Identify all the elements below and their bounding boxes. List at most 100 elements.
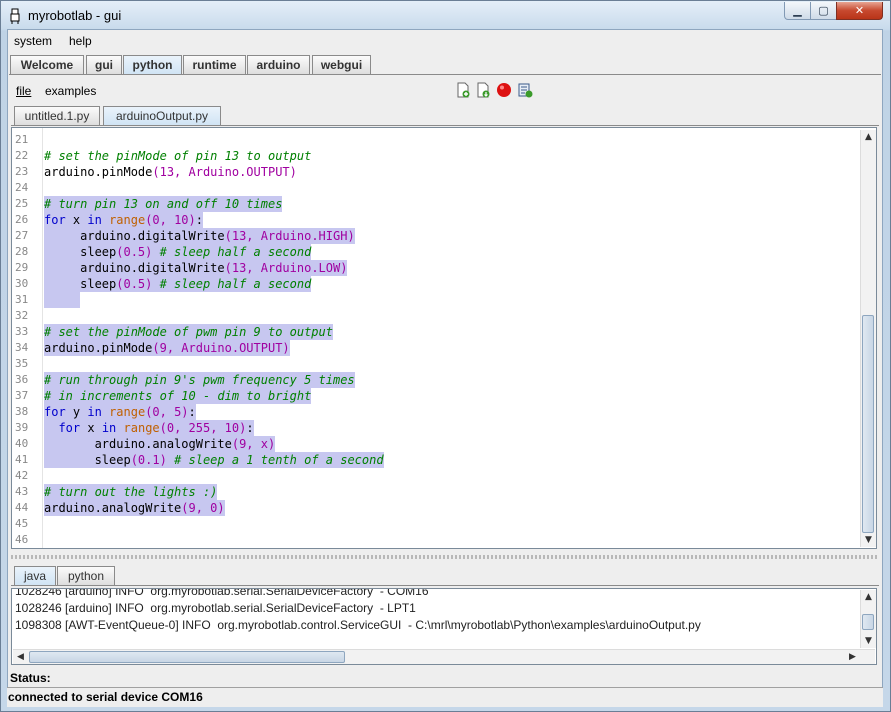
- code-text: arduino.pinMode(9, Arduino.OUTPUT): [44, 340, 290, 356]
- code-text: # in increments of 10 - dim to bright: [44, 388, 312, 404]
- log-line: 1028246 [arduino] INFO org.myrobotlab.se…: [15, 601, 416, 615]
- console-horizontal-scrollbar[interactable]: ◀ ▶: [13, 649, 875, 664]
- log-line: 1028246 [arduino] INFO org.myrobotlab.se…: [15, 588, 429, 598]
- log-console[interactable]: 1028246 [arduino] INFO org.myrobotlab.se…: [11, 588, 877, 665]
- menu-bar: system help: [8, 30, 882, 52]
- service-tabs: Welcome gui python runtime arduino webgu…: [10, 55, 880, 75]
- code-text: sleep(0.5) # sleep half a second: [44, 276, 312, 292]
- code-editor[interactable]: 21 22 # set the pinMode of pin 13 to outpu…: [11, 127, 877, 549]
- line-number: 32: [15, 309, 29, 322]
- tab-webgui[interactable]: webgui: [312, 55, 371, 75]
- open-script-icon[interactable]: [475, 82, 491, 98]
- console-vertical-scrollbar[interactable]: ▲ ▼: [860, 590, 876, 648]
- code-text: arduino.digitalWrite(13, Arduino.LOW): [44, 260, 348, 276]
- scroll-left-icon[interactable]: ◀: [13, 650, 28, 664]
- line-number: 24: [15, 181, 29, 194]
- code-text: sleep(0.5) # sleep half a second: [44, 244, 312, 260]
- menu-examples[interactable]: examples: [45, 84, 96, 98]
- maximize-icon: ▢: [818, 4, 829, 17]
- log-line: 1098308 [AWT-EventQueue-0] INFO org.myro…: [15, 618, 701, 632]
- tab-divider: [9, 74, 881, 75]
- console-tab-divider: [11, 585, 879, 586]
- scroll-up-icon[interactable]: ▲: [861, 130, 876, 144]
- robot-app-icon: [10, 8, 20, 24]
- title-bar[interactable]: myrobotlab - gui ▁ ▢ ✕: [1, 1, 890, 30]
- line-number: 28: [15, 245, 29, 258]
- code-text: arduino.pinMode(13, Arduino.OUTPUT): [44, 165, 297, 179]
- tab-runtime[interactable]: runtime: [183, 55, 246, 75]
- console-vscroll-thumb[interactable]: [862, 614, 874, 630]
- split-pane-divider[interactable]: [11, 555, 877, 559]
- menu-file[interactable]: file: [16, 84, 31, 98]
- execute-script-icon[interactable]: [517, 82, 533, 98]
- menu-system[interactable]: system: [14, 34, 52, 48]
- line-number: 41: [15, 453, 29, 466]
- console-tabs: java python: [14, 566, 884, 586]
- console-hscroll-thumb[interactable]: [29, 651, 345, 663]
- line-number: 46: [15, 533, 29, 546]
- code-text: for y in range(0, 5):: [44, 404, 196, 420]
- line-number: 25: [15, 197, 29, 210]
- line-number: 42: [15, 469, 29, 482]
- line-number: 23: [15, 165, 29, 178]
- maximize-button[interactable]: ▢: [810, 2, 837, 20]
- line-number: 30: [15, 277, 29, 290]
- code-text: # run through pin 9's pwm frequency 5 ti…: [44, 372, 355, 388]
- scroll-down-icon[interactable]: ▼: [861, 533, 876, 547]
- tab-welcome[interactable]: Welcome: [10, 55, 84, 75]
- menu-help[interactable]: help: [69, 34, 92, 48]
- tab-arduinooutput-py[interactable]: arduinoOutput.py: [103, 106, 221, 126]
- minimize-icon: ▁: [793, 4, 802, 17]
- line-number: 37: [15, 389, 29, 402]
- line-number: 40: [15, 437, 29, 450]
- new-script-icon[interactable]: [455, 82, 471, 98]
- line-number: 29: [15, 261, 29, 274]
- stop-icon[interactable]: [496, 82, 512, 98]
- line-number: 26: [15, 213, 29, 226]
- tab-python[interactable]: python: [123, 55, 182, 75]
- code-text: arduino.digitalWrite(13, Arduino.HIGH): [44, 228, 355, 244]
- code-text: arduino.analogWrite(9, x): [44, 436, 276, 452]
- line-number: 45: [15, 517, 29, 530]
- line-number: 43: [15, 485, 29, 498]
- line-number: 36: [15, 373, 29, 386]
- code-text: for x in range(0, 255, 10):: [44, 420, 254, 436]
- code-text: sleep(0.1) # sleep a 1 tenth of a second: [44, 452, 384, 468]
- line-number: 39: [15, 421, 29, 434]
- line-number: 22: [15, 149, 29, 162]
- line-number: 33: [15, 325, 29, 338]
- tab-python-console[interactable]: python: [57, 566, 115, 586]
- tab-arduino[interactable]: arduino: [247, 55, 310, 75]
- code-text: # turn pin 13 on and off 10 times: [44, 196, 283, 212]
- tab-java[interactable]: java: [14, 566, 56, 586]
- line-number: 44: [15, 501, 29, 514]
- code-text: arduino.analogWrite(9, 0): [44, 500, 225, 516]
- minimize-button[interactable]: ▁: [784, 2, 811, 20]
- line-number: 31: [15, 293, 29, 306]
- close-icon: ✕: [854, 4, 865, 17]
- status-message: connected to serial device COM16: [8, 690, 203, 704]
- console-scroll-up-icon[interactable]: ▲: [861, 590, 876, 604]
- line-number: 38: [15, 405, 29, 418]
- editor-scroll-thumb[interactable]: [862, 315, 874, 533]
- line-number: 21: [15, 133, 29, 146]
- tab-gui[interactable]: gui: [86, 55, 122, 75]
- tab-untitled-py[interactable]: untitled.1.py: [14, 106, 100, 126]
- code-text: # turn out the lights :): [44, 484, 218, 500]
- line-number: 35: [15, 357, 29, 370]
- status-bar: connected to serial device COM16: [7, 687, 883, 707]
- line-number: 34: [15, 341, 29, 354]
- editor-vertical-scrollbar[interactable]: ▲ ▼: [860, 130, 876, 547]
- code-text: # set the pinMode of pwm pin 9 to output: [44, 324, 333, 340]
- file-tabs: untitled.1.py arduinoOutput.py: [14, 106, 884, 126]
- code-text: # set the pinMode of pin 13 to output: [44, 149, 312, 163]
- window-title: myrobotlab - gui: [28, 8, 122, 23]
- code-text: [44, 292, 81, 308]
- console-scroll-down-icon[interactable]: ▼: [861, 634, 876, 648]
- scroll-right-icon[interactable]: ▶: [845, 650, 860, 664]
- line-number: 27: [15, 229, 29, 242]
- close-button[interactable]: ✕: [836, 2, 883, 20]
- status-label: Status:: [10, 671, 51, 685]
- code-text: for x in range(0, 10):: [44, 212, 203, 228]
- file-tab-divider: [11, 125, 879, 126]
